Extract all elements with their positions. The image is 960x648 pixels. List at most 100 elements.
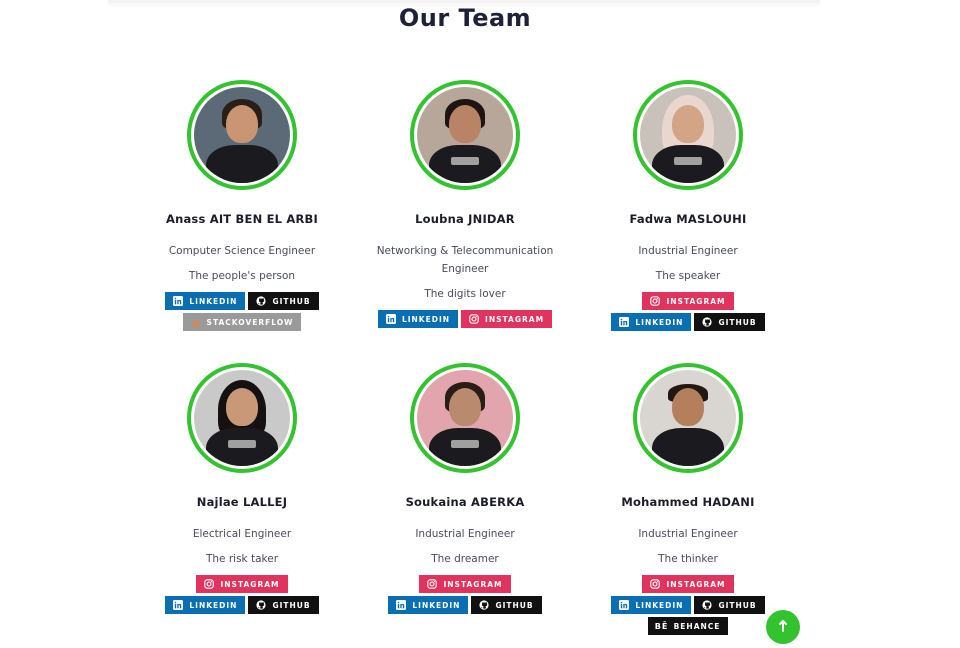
- linkedin-button[interactable]: LINKEDIN: [388, 596, 469, 614]
- member-name: Mohammed HADANI: [621, 495, 755, 509]
- avatar: [640, 87, 736, 183]
- github-icon: [256, 600, 267, 610]
- linkedin-button[interactable]: LINKEDIN: [611, 596, 692, 614]
- member-tagline: The digits lover: [424, 288, 506, 300]
- github-button[interactable]: GITHUB: [694, 596, 765, 614]
- instagram-button[interactable]: INSTAGRAM: [419, 575, 511, 593]
- member-role: Electrical Engineer: [192, 528, 292, 540]
- social-links: INSTAGRAM LINKEDIN GITHUB: [157, 575, 327, 614]
- instagram-icon: [427, 579, 438, 589]
- github-button[interactable]: GITHUB: [248, 292, 319, 310]
- instagram-label: INSTAGRAM: [485, 314, 545, 324]
- behance-button[interactable]: Bē BEHANCE: [647, 617, 729, 635]
- instagram-icon: [650, 296, 661, 306]
- member-role: Industrial Engineer: [638, 528, 738, 540]
- avatar-frame: [187, 80, 297, 190]
- team-card: Fadwa MASLOUHI Industrial Engineer The s…: [588, 80, 788, 331]
- member-role: Computer Science Engineer: [168, 245, 316, 257]
- avatar: [194, 87, 290, 183]
- avatar: [194, 370, 290, 466]
- member-tagline: The speaker: [655, 270, 721, 282]
- github-button[interactable]: GITHUB: [471, 596, 542, 614]
- instagram-icon: [204, 579, 215, 589]
- avatar-frame: [410, 363, 520, 473]
- member-name: Fadwa MASLOUHI: [629, 212, 747, 226]
- member-name: Loubna JNIDAR: [415, 212, 515, 226]
- linkedin-button[interactable]: LINKEDIN: [611, 313, 692, 331]
- avatar-frame: [633, 363, 743, 473]
- linkedin-icon: [385, 314, 396, 324]
- github-label: GITHUB: [272, 296, 311, 306]
- avatar: [417, 370, 513, 466]
- linkedin-label: LINKEDIN: [635, 600, 684, 610]
- instagram-button[interactable]: INSTAGRAM: [196, 575, 288, 593]
- instagram-label: INSTAGRAM: [443, 579, 503, 589]
- social-links: LINKEDIN GITHUB STACKOVERFLOW: [162, 292, 322, 331]
- team-card: Soukaina ABERKA Industrial Engineer The …: [365, 363, 565, 614]
- social-links: INSTAGRAM LINKEDIN GITHUB Bē BEHANCE: [603, 575, 773, 635]
- arrow-up-icon: [776, 618, 790, 637]
- linkedin-label: LINKEDIN: [401, 314, 451, 324]
- team-card: Loubna JNIDAR Networking & Telecommunica…: [365, 80, 565, 328]
- member-tagline: The people's person: [188, 270, 296, 282]
- github-icon: [702, 600, 713, 610]
- github-icon: [256, 296, 267, 306]
- linkedin-label: LINKEDIN: [412, 600, 461, 610]
- avatar: [640, 370, 736, 466]
- linkedin-button[interactable]: LINKEDIN: [377, 310, 459, 328]
- instagram-label: INSTAGRAM: [666, 296, 726, 306]
- scroll-to-top-button[interactable]: [766, 610, 800, 644]
- stackoverflow-icon: [191, 317, 201, 327]
- member-tagline: The risk taker: [205, 553, 279, 565]
- linkedin-button[interactable]: LINKEDIN: [165, 292, 246, 310]
- instagram-button[interactable]: INSTAGRAM: [642, 292, 734, 310]
- instagram-icon: [469, 314, 479, 324]
- linkedin-icon: [619, 317, 630, 327]
- linkedin-icon: [396, 600, 407, 610]
- team-card: Anass AIT BEN EL ARBI Computer Science E…: [142, 80, 342, 331]
- linkedin-label: LINKEDIN: [635, 317, 684, 327]
- behance-label: BEHANCE: [673, 621, 721, 631]
- linkedin-icon: [619, 600, 630, 610]
- github-label: GITHUB: [718, 317, 757, 327]
- github-label: GITHUB: [272, 600, 311, 610]
- github-icon: [479, 600, 490, 610]
- team-card: Mohammed HADANI Industrial Engineer The …: [588, 363, 788, 635]
- member-role: Networking & Telecommunication Engineer: [376, 245, 554, 275]
- linkedin-label: LINKEDIN: [189, 296, 238, 306]
- member-role: Industrial Engineer: [638, 245, 738, 257]
- section-title: Our Team: [398, 4, 532, 32]
- social-links: INSTAGRAM LINKEDIN GITHUB: [380, 575, 550, 614]
- team-card: Najlae LALLEJ Electrical Engineer The ri…: [142, 363, 342, 614]
- instagram-button[interactable]: INSTAGRAM: [642, 575, 734, 593]
- social-links: INSTAGRAM LINKEDIN GITHUB: [603, 292, 773, 331]
- github-label: GITHUB: [495, 600, 534, 610]
- member-name: Soukaina ABERKA: [405, 495, 525, 509]
- avatar: [417, 87, 513, 183]
- avatar-frame: [187, 363, 297, 473]
- github-button[interactable]: GITHUB: [694, 313, 765, 331]
- social-links: LINKEDIN INSTAGRAM: [365, 310, 565, 328]
- stackoverflow-button[interactable]: STACKOVERFLOW: [182, 313, 302, 331]
- member-name: Anass AIT BEN EL ARBI: [165, 212, 318, 226]
- github-icon: [702, 317, 713, 327]
- member-tagline: The thinker: [658, 553, 718, 565]
- avatar-frame: [633, 80, 743, 190]
- behance-icon: Bē: [654, 621, 669, 631]
- instagram-label: INSTAGRAM: [220, 579, 280, 589]
- avatar-frame: [410, 80, 520, 190]
- member-name: Najlae LALLEJ: [196, 495, 288, 509]
- instagram-button[interactable]: INSTAGRAM: [461, 310, 553, 328]
- linkedin-icon: [173, 600, 184, 610]
- linkedin-icon: [173, 296, 184, 306]
- stackoverflow-label: STACKOVERFLOW: [206, 317, 294, 327]
- member-tagline: The dreamer: [431, 553, 499, 565]
- github-button[interactable]: GITHUB: [248, 596, 319, 614]
- instagram-label: INSTAGRAM: [666, 579, 726, 589]
- member-role: Industrial Engineer: [415, 528, 515, 540]
- instagram-icon: [650, 579, 661, 589]
- header-strip: [108, 0, 820, 3]
- github-label: GITHUB: [718, 600, 757, 610]
- linkedin-button[interactable]: LINKEDIN: [165, 596, 246, 614]
- linkedin-label: LINKEDIN: [189, 600, 238, 610]
